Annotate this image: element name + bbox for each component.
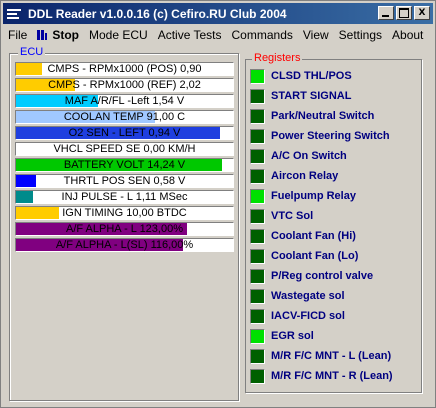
register-led-indicator bbox=[250, 108, 265, 124]
menu-active-tests[interactable]: Active Tests bbox=[153, 28, 227, 42]
register-label: START SIGNAL bbox=[271, 90, 352, 102]
register-label: Fuelpump Relay bbox=[271, 190, 356, 202]
ecu-gauge: O2 SEN - LEFT 0,94 V bbox=[15, 126, 234, 140]
register-item: START SIGNAL bbox=[250, 86, 420, 106]
register-item: Coolant Fan (Hi) bbox=[250, 226, 420, 246]
register-label: Park/Neutral Switch bbox=[271, 110, 375, 122]
register-label: Coolant Fan (Hi) bbox=[271, 230, 356, 242]
register-led-indicator bbox=[250, 88, 265, 104]
register-led-indicator bbox=[250, 288, 265, 304]
register-item: Wastegate sol bbox=[250, 286, 420, 306]
register-item: IACV-FICD sol bbox=[250, 306, 420, 326]
register-list: CLSD THL/POS START SIGNAL Park/Neutral Swi… bbox=[250, 66, 420, 386]
register-item: Power Steering Switch bbox=[250, 126, 420, 146]
register-label: Power Steering Switch bbox=[271, 130, 390, 142]
menu-view[interactable]: View bbox=[298, 28, 334, 42]
ecu-gauge: INJ PULSE - L 1,11 MSec bbox=[15, 190, 234, 204]
ecu-gauge-label: IGN TIMING 10,00 BTDC bbox=[62, 207, 187, 219]
menu-file[interactable]: File bbox=[3, 28, 32, 42]
register-led-indicator bbox=[250, 208, 265, 224]
app-window: DDL Reader v1.0.0.16 (c) Cefiro.RU Club … bbox=[0, 0, 436, 408]
registers-group: Registers CLSD THL/POS START SIGNAL Park/N… bbox=[245, 52, 422, 393]
window-title: DDL Reader v1.0.0.16 (c) Cefiro.RU Club … bbox=[28, 6, 287, 21]
maximize-button[interactable] bbox=[396, 6, 412, 20]
register-item: Park/Neutral Switch bbox=[250, 106, 420, 126]
window-controls: X bbox=[376, 6, 430, 20]
register-item: CLSD THL/POS bbox=[250, 66, 420, 86]
ecu-gauge: BATTERY VOLT 14,24 V bbox=[15, 158, 234, 172]
register-item: Aircon Relay bbox=[250, 166, 420, 186]
register-item: P/Reg control valve bbox=[250, 266, 420, 286]
register-led-indicator bbox=[250, 328, 265, 344]
menu-stop[interactable]: Stop bbox=[48, 28, 84, 42]
menu-settings[interactable]: Settings bbox=[334, 28, 387, 42]
register-led-indicator bbox=[250, 68, 265, 84]
register-led-indicator bbox=[250, 148, 265, 164]
close-button[interactable]: X bbox=[414, 6, 430, 20]
ecu-gauge: A/F ALPHA - L(SL) 116,00% bbox=[15, 238, 234, 252]
app-icon[interactable] bbox=[6, 6, 22, 22]
register-label: Coolant Fan (Lo) bbox=[271, 250, 359, 262]
stop-icon[interactable] bbox=[36, 29, 48, 41]
ecu-gauge-label: MAF A/R/FL -Left 1,54 V bbox=[64, 95, 185, 107]
ecu-gauge: A/F ALPHA - L 123,00% bbox=[15, 222, 234, 236]
register-label: P/Reg control valve bbox=[271, 270, 374, 282]
register-led-indicator bbox=[250, 248, 265, 264]
register-item: Coolant Fan (Lo) bbox=[250, 246, 420, 266]
menu-bar: File Stop Mode ECU Active Tests Commands… bbox=[3, 25, 433, 44]
ecu-gauge: IGN TIMING 10,00 BTDC bbox=[15, 206, 234, 220]
register-item: VTC Sol bbox=[250, 206, 420, 226]
register-label: Aircon Relay bbox=[271, 170, 339, 182]
ecu-gauge-label: INJ PULSE - L 1,11 MSec bbox=[61, 191, 188, 203]
register-led-indicator bbox=[250, 308, 265, 324]
ecu-gauge-label: O2 SEN - LEFT 0,94 V bbox=[68, 127, 181, 139]
ecu-gauge-label: A/F ALPHA - L(SL) 116,00% bbox=[55, 239, 194, 251]
ecu-gauge-label: CMPS - RPMx1000 (POS) 0,90 bbox=[47, 63, 202, 75]
register-item: M/R F/C MNT - R (Lean) bbox=[250, 366, 420, 386]
register-led-indicator bbox=[250, 368, 265, 384]
ecu-gauge-label: CMPS - RPMx1000 (REF) 2,02 bbox=[48, 79, 201, 91]
ecu-gauge-label: THRTL POS SEN 0,58 V bbox=[63, 175, 186, 187]
ecu-gauge-label: COOLAN TEMP 91,00 C bbox=[63, 111, 186, 123]
register-label: M/R F/C MNT - L (Lean) bbox=[271, 350, 392, 362]
register-label: EGR sol bbox=[271, 330, 314, 342]
register-item: M/R F/C MNT - L (Lean) bbox=[250, 346, 420, 366]
register-label: IACV-FICD sol bbox=[271, 310, 345, 322]
register-label: Wastegate sol bbox=[271, 290, 345, 302]
ecu-gauge: CMPS - RPMx1000 (POS) 0,90 bbox=[15, 62, 234, 76]
register-label: CLSD THL/POS bbox=[271, 70, 352, 82]
register-led-indicator bbox=[250, 128, 265, 144]
register-led-indicator bbox=[250, 268, 265, 284]
register-item: EGR sol bbox=[250, 326, 420, 346]
ecu-gauge-label: A/F ALPHA - L 123,00% bbox=[66, 223, 183, 235]
ecu-gauge: CMPS - RPMx1000 (REF) 2,02 bbox=[15, 78, 234, 92]
title-bar[interactable]: DDL Reader v1.0.0.16 (c) Cefiro.RU Club … bbox=[3, 3, 433, 24]
minimize-button[interactable] bbox=[378, 6, 394, 20]
ecu-gauge: VHCL SPEED SE 0,00 KM/H bbox=[15, 142, 234, 156]
register-led-indicator bbox=[250, 188, 265, 204]
menu-about[interactable]: About bbox=[387, 28, 428, 42]
register-item: Fuelpump Relay bbox=[250, 186, 420, 206]
ecu-group-label: ECU bbox=[18, 46, 46, 58]
register-label: VTC Sol bbox=[271, 210, 314, 222]
ecu-group: ECU CMPS - RPMx1000 (POS) 0,90 CMPS - RPM… bbox=[9, 46, 239, 401]
registers-group-label: Registers bbox=[252, 52, 303, 64]
ecu-gauge: MAF A/R/FL -Left 1,54 V bbox=[15, 94, 234, 108]
register-led-indicator bbox=[250, 348, 265, 364]
register-item: A/C On Switch bbox=[250, 146, 420, 166]
ecu-gauge-list: CMPS - RPMx1000 (POS) 0,90 CMPS - RPMx100… bbox=[15, 62, 234, 254]
menu-mode-ecu[interactable]: Mode ECU bbox=[84, 28, 153, 42]
register-led-indicator bbox=[250, 228, 265, 244]
ecu-gauge-label: BATTERY VOLT 14,24 V bbox=[63, 159, 186, 171]
register-led-indicator bbox=[250, 168, 265, 184]
ecu-gauge: THRTL POS SEN 0,58 V bbox=[15, 174, 234, 188]
menu-commands[interactable]: Commands bbox=[227, 28, 298, 42]
register-label: M/R F/C MNT - R (Lean) bbox=[271, 370, 393, 382]
register-label: A/C On Switch bbox=[271, 150, 347, 162]
ecu-gauge-label: VHCL SPEED SE 0,00 KM/H bbox=[53, 143, 196, 155]
ecu-gauge: COOLAN TEMP 91,00 C bbox=[15, 110, 234, 124]
